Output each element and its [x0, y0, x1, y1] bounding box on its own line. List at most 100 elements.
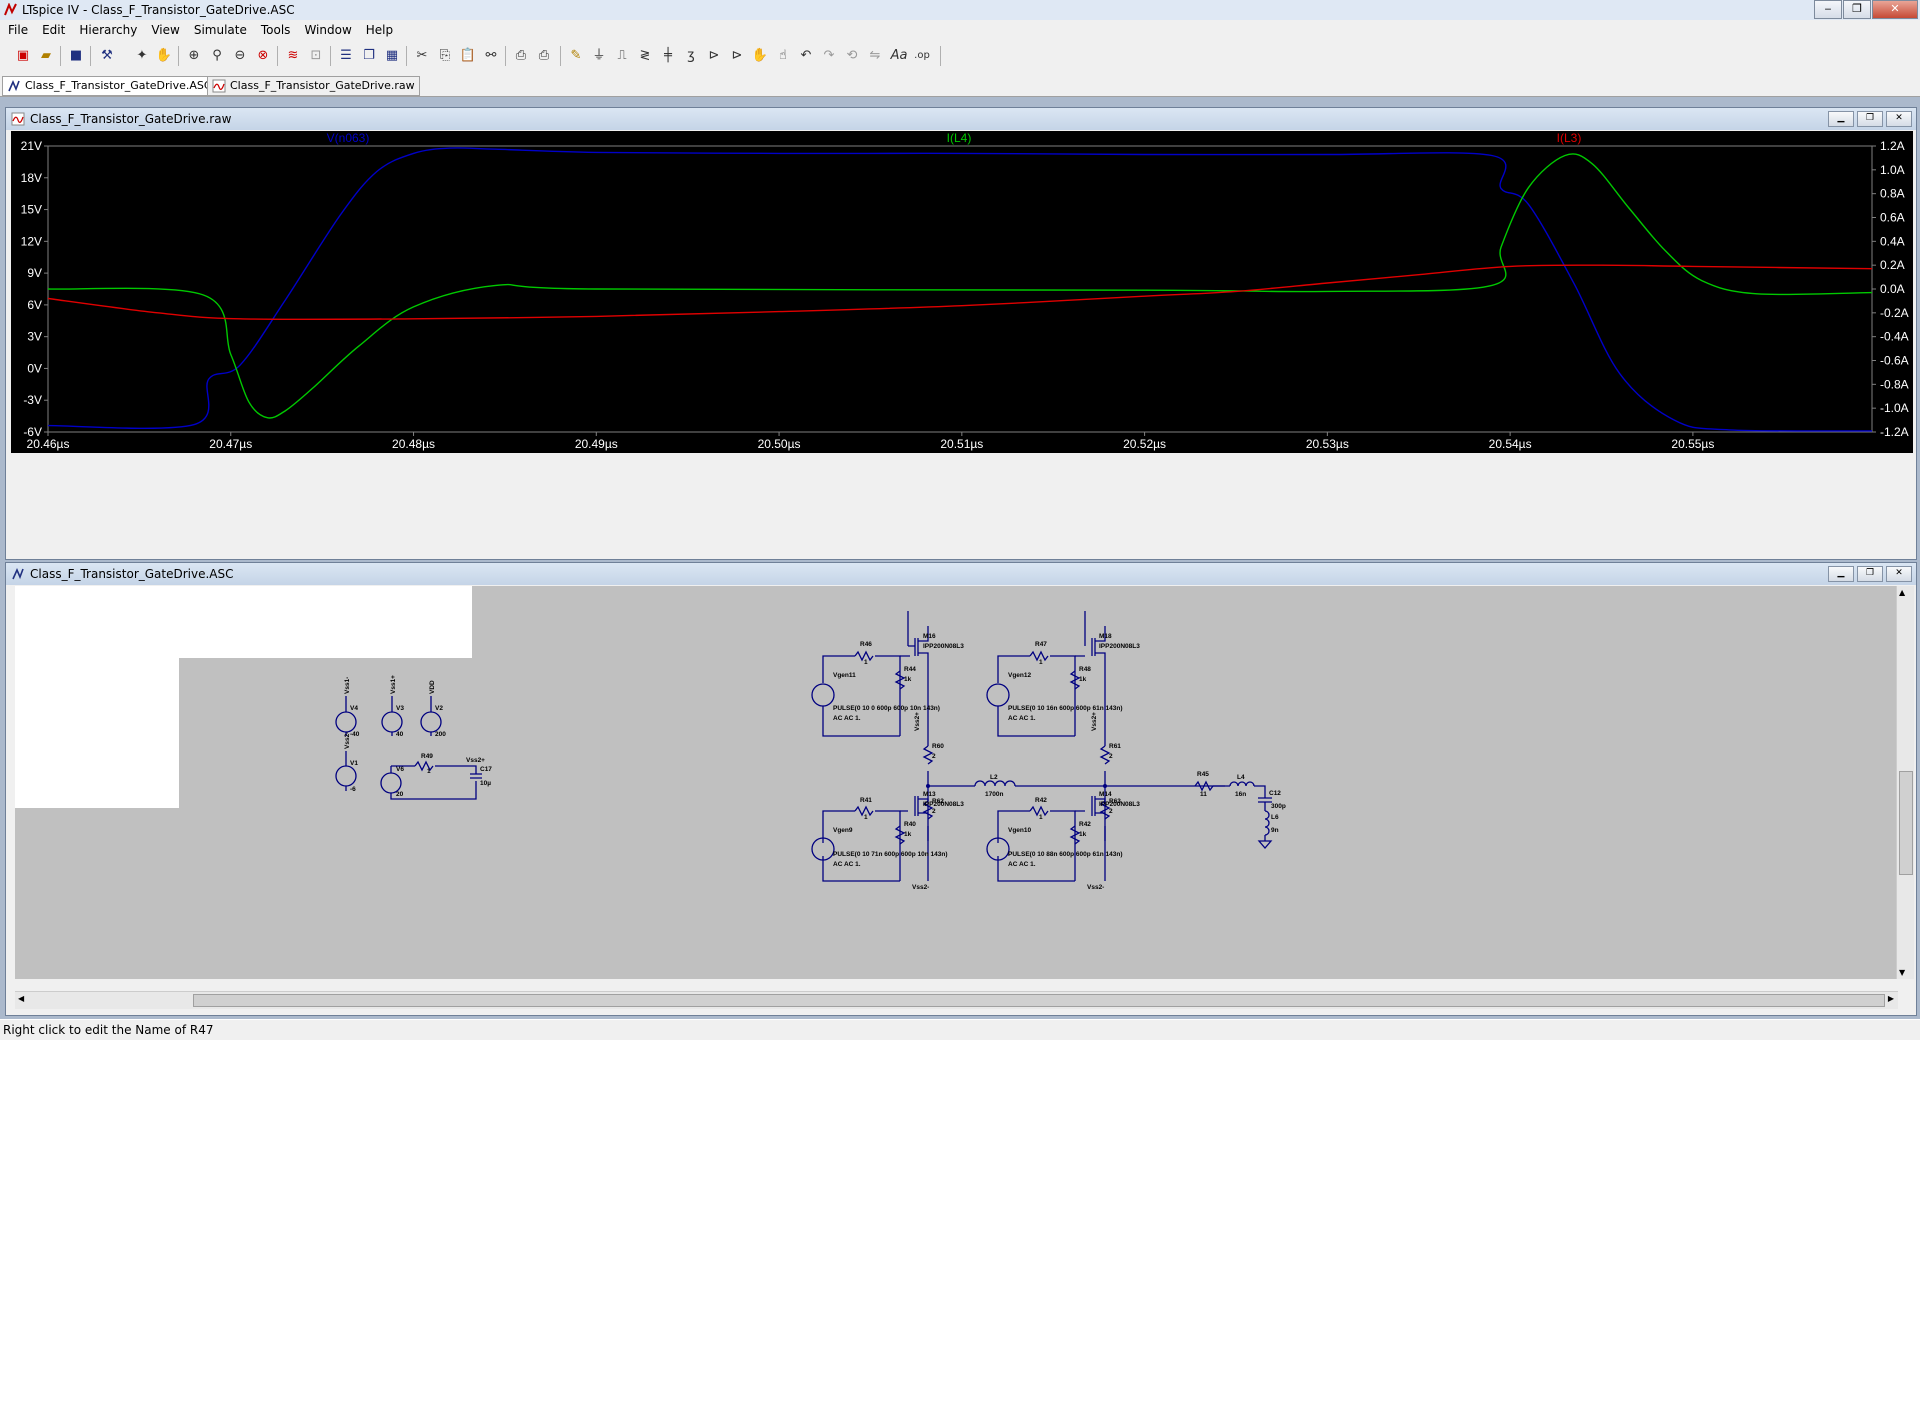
label-pulse9: PULSE(0 10 71n 600p 600p 10n 143n) [833, 851, 948, 858]
label-v3: V3 [396, 705, 404, 712]
inductor-icon[interactable]: ʒ [682, 47, 700, 65]
maximize-button[interactable]: ❐ [1843, 0, 1871, 19]
label-l4-value: 16n [1235, 791, 1246, 798]
new-schematic-icon[interactable]: ▣ [14, 47, 32, 65]
delete-trace-icon[interactable]: ⊡ [307, 47, 325, 65]
pan-icon[interactable]: ⚲ [208, 47, 226, 65]
label-net-icon[interactable]: ⎍ [613, 47, 631, 65]
left-axis-label: 6V [27, 298, 42, 312]
zoom-fit-icon[interactable]: ⊗ [254, 47, 272, 65]
waveform-restore-button[interactable]: ❐ [1857, 111, 1883, 127]
undo-icon[interactable]: ↶ [797, 47, 815, 65]
drag-icon[interactable]: ☝ [774, 47, 792, 65]
redo-icon[interactable]: ↷ [820, 47, 838, 65]
schematic-close-button[interactable]: ✕ [1886, 566, 1912, 582]
scroll-left-icon[interactable]: ◀ [18, 994, 24, 1003]
schematic-window-icon [12, 568, 24, 580]
zoom-out-icon[interactable]: ⊖ [231, 47, 249, 65]
scroll-down-icon[interactable]: ▼ [1899, 968, 1905, 977]
find-icon[interactable]: ⚯ [482, 47, 500, 65]
open-folder-icon[interactable]: ▰ [37, 47, 55, 65]
label-m14: M14 [1099, 791, 1112, 798]
mirror-icon[interactable]: ⇋ [866, 47, 884, 65]
horizontal-scroll-thumb[interactable] [193, 994, 1885, 1007]
ground-icon[interactable]: ⏚ [590, 47, 608, 65]
tile-vertical-icon[interactable]: ▦ [383, 47, 401, 65]
x-axis-label: 20.48µs [392, 437, 435, 451]
right-axis-label: -0.2A [1880, 306, 1909, 320]
label-vss1-plus: Vss1+ [390, 675, 397, 694]
schematic-window[interactable]: Class_F_Transistor_GateDrive.ASC ▁ ❐ ✕ R… [5, 562, 1917, 1016]
resistor-icon[interactable]: ≷ [636, 47, 654, 65]
paste-icon[interactable]: 📋 [459, 47, 477, 65]
draw-wire-icon[interactable]: ✎ [567, 47, 585, 65]
menu-edit[interactable]: Edit [34, 20, 71, 37]
schematic-vertical-scrollbar[interactable]: ▲ ▼ [1896, 586, 1914, 979]
label-r45: R45 [1197, 771, 1209, 778]
cascade-icon[interactable]: ❐ [360, 47, 378, 65]
close-button[interactable]: ✕ [1872, 0, 1918, 19]
component-icon[interactable]: ⊳ [728, 47, 746, 65]
zoom-in-icon[interactable]: ⊕ [185, 47, 203, 65]
menu-tools[interactable]: Tools [253, 20, 297, 37]
label-r49: R49 [421, 753, 433, 760]
right-axis-label: 0.8A [1880, 187, 1905, 201]
label-r44: R44 [904, 666, 916, 673]
hidden-region-top [15, 586, 472, 658]
schematic-window-titlebar[interactable]: Class_F_Transistor_GateDrive.ASC ▁ ❐ ✕ [6, 563, 1916, 585]
vertical-scroll-thumb[interactable] [1899, 771, 1913, 875]
spice-directive-icon[interactable]: .op [913, 47, 931, 65]
text-icon[interactable]: Aa [890, 47, 908, 65]
autorange-icon[interactable]: ≋ [284, 47, 302, 65]
minimize-button[interactable]: ‒ [1814, 0, 1842, 19]
schematic-horizontal-scrollbar[interactable]: ◀ ▶ [15, 991, 1898, 1009]
print-icon[interactable]: ⎙ [535, 47, 553, 65]
copy-icon[interactable]: ⎘ [436, 47, 454, 65]
menu-help[interactable]: Help [358, 20, 399, 37]
halt-icon[interactable]: ✋ [155, 47, 173, 65]
x-axis-label: 20.49µs [575, 437, 618, 451]
tile-horizontal-icon[interactable]: ☰ [337, 47, 355, 65]
schematic-canvas[interactable]: R46 1 R44 1k M16 IPP200N08L3 Vgen11 PULS… [15, 586, 1898, 979]
waveform-close-button[interactable]: ✕ [1886, 111, 1912, 127]
menu-window[interactable]: Window [296, 20, 357, 37]
waveform-window[interactable]: Class_F_Transistor_GateDrive.raw ▁ ❐ ✕ V… [5, 107, 1917, 560]
cut-icon[interactable]: ✂ [413, 47, 431, 65]
label-r60: R60 [932, 743, 944, 750]
label-vgen9: Vgen9 [833, 827, 853, 834]
waveform-window-titlebar[interactable]: Class_F_Transistor_GateDrive.raw ▁ ❐ ✕ [6, 108, 1916, 130]
left-axis-label: 15V [21, 203, 42, 217]
capacitor-icon[interactable]: ╪ [659, 47, 677, 65]
waveform-plot[interactable]: V(n063) I(L4) I(L3) 21V 18V 15V 12V 9V 6V 3V 0V -3… [11, 131, 1913, 453]
waveform-minimize-button[interactable]: ▁ [1828, 111, 1854, 127]
label-ac11: AC AC 1. [833, 715, 861, 722]
scroll-up-icon[interactable]: ▲ [1899, 588, 1905, 597]
save-icon[interactable]: ■ [67, 47, 85, 65]
menu-view[interactable]: View [143, 20, 185, 37]
label-r42-value: 1 [1039, 814, 1043, 821]
menu-hierarchy[interactable]: Hierarchy [71, 20, 143, 37]
diode-icon[interactable]: ⊳ [705, 47, 723, 65]
title-bar: LTspice IV - Class_F_Transistor_GateDriv… [0, 0, 1920, 21]
label-r40-value: 1k [904, 831, 912, 838]
menu-simulate[interactable]: Simulate [186, 20, 253, 37]
tab-schematic[interactable]: Class_F_Transistor_GateDrive.ASC [2, 76, 217, 96]
label-m18: M18 [1099, 633, 1112, 640]
x-axis-label: 20.47µs [209, 437, 252, 451]
menu-file[interactable]: File [0, 20, 34, 37]
label-ac10: AC AC 1. [1008, 861, 1036, 868]
label-c12: C12 [1269, 790, 1281, 797]
run-icon[interactable]: ✦ [133, 47, 151, 65]
print-setup-icon[interactable]: ⎙ [512, 47, 530, 65]
tab-waveform[interactable]: Class_F_Transistor_GateDrive.raw [207, 76, 420, 96]
label-ac9: AC AC 1. [833, 861, 861, 868]
schematic-minimize-button[interactable]: ▁ [1828, 566, 1854, 582]
mdi-workspace: Class_F_Transistor_GateDrive.raw ▁ ❐ ✕ V… [0, 97, 1920, 1019]
control-panel-icon[interactable]: ⚒ [98, 47, 116, 65]
tab-waveform-label: Class_F_Transistor_GateDrive.raw [230, 79, 415, 92]
scroll-right-icon[interactable]: ▶ [1888, 994, 1894, 1003]
rotate-icon[interactable]: ⟲ [843, 47, 861, 65]
schematic-restore-button[interactable]: ❐ [1857, 566, 1883, 582]
schematic-drawing[interactable]: R46 1 R44 1k M16 IPP200N08L3 Vgen11 PULS… [15, 586, 1898, 979]
move-icon[interactable]: ✋ [751, 47, 769, 65]
